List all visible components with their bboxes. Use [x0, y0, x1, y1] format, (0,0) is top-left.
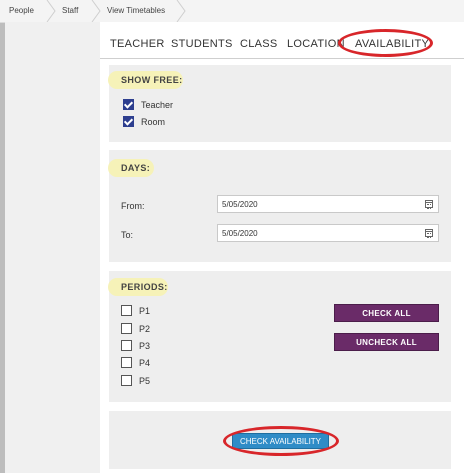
period-label-p2: P2 — [139, 324, 151, 334]
teacher-checkbox-label: Teacher — [141, 100, 174, 110]
tab-teacher[interactable]: TEACHER — [110, 38, 165, 50]
breadcrumb-separator-icon — [91, 0, 101, 22]
tab-class[interactable]: CLASS — [240, 38, 278, 50]
breadcrumb: People Staff View Timetables — [0, 0, 464, 23]
periods-title: PERIODS: — [121, 282, 168, 292]
to-label: To: — [121, 230, 134, 240]
from-date-input[interactable]: 5/05/2020 — [217, 195, 439, 213]
room-checkbox[interactable] — [123, 116, 134, 127]
check-all-button[interactable]: CHECK ALL — [334, 304, 439, 322]
period-checkbox-p4[interactable] — [121, 357, 132, 368]
breadcrumb-item-staff[interactable]: Staff — [62, 0, 78, 22]
to-date-value: 5/05/2020 — [222, 229, 258, 238]
left-sidebar — [5, 22, 100, 473]
from-label: From: — [121, 201, 145, 211]
tab-students[interactable]: STUDENTS — [171, 38, 233, 50]
uncheck-all-button[interactable]: UNCHECK ALL — [334, 333, 439, 351]
availability-tab-highlight-ring — [338, 29, 433, 57]
tab-location[interactable]: LOCATION — [287, 38, 345, 50]
period-label-p3: P3 — [139, 341, 151, 351]
room-checkbox-label: Room — [141, 117, 166, 127]
period-checkbox-p2[interactable] — [121, 323, 132, 334]
period-checkbox-p3[interactable] — [121, 340, 132, 351]
teacher-checkbox[interactable] — [123, 99, 134, 110]
period-checkbox-p1[interactable] — [121, 305, 132, 316]
breadcrumb-item-people[interactable]: People — [9, 0, 34, 22]
calendar-icon[interactable] — [425, 229, 433, 238]
period-label-p4: P4 — [139, 358, 151, 368]
period-label-p5: P5 — [139, 376, 151, 386]
breadcrumb-separator-icon — [46, 0, 56, 22]
period-checkbox-p5[interactable] — [121, 375, 132, 386]
from-date-value: 5/05/2020 — [222, 200, 258, 209]
show-free-title: SHOW FREE: — [121, 75, 183, 85]
to-date-input[interactable]: 5/05/2020 — [217, 224, 439, 242]
days-title: DAYS: — [121, 163, 151, 173]
breadcrumb-separator-icon — [176, 0, 186, 22]
period-label-p1: P1 — [139, 306, 151, 316]
calendar-icon[interactable] — [425, 200, 433, 209]
breadcrumb-item-view-timetables[interactable]: View Timetables — [107, 0, 165, 22]
check-availability-highlight-ring — [223, 426, 339, 456]
